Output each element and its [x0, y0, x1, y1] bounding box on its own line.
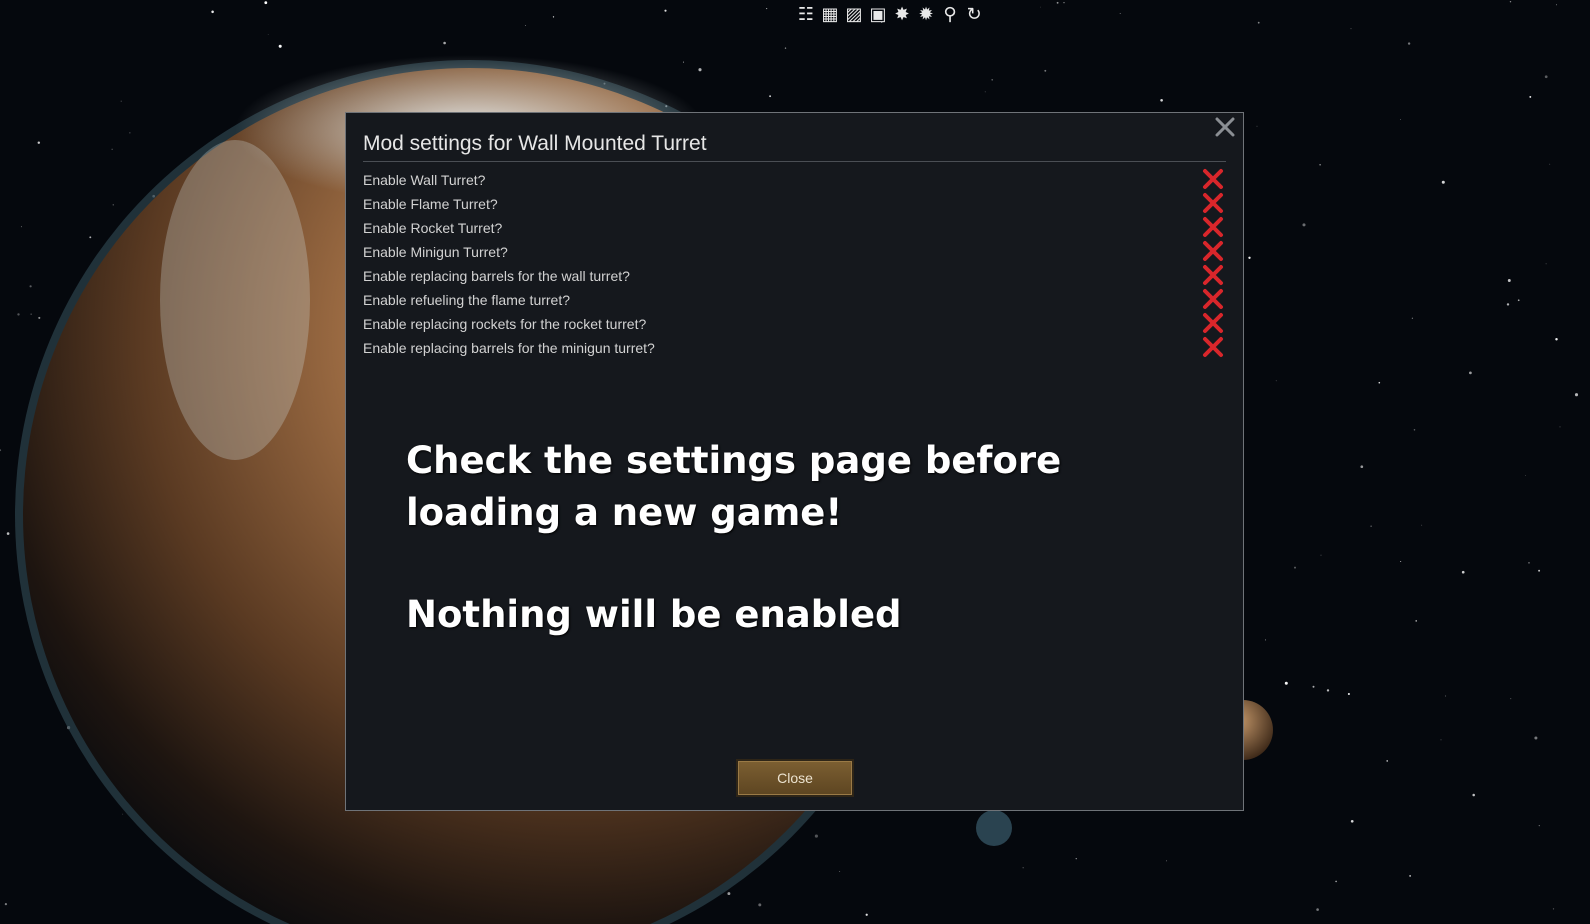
notice-line-3: Nothing will be enabled: [406, 593, 902, 636]
checkbox-off-icon[interactable]: [1202, 288, 1224, 310]
grid-icon[interactable]: ▦: [819, 4, 841, 26]
setting-label: Enable Rocket Turret?: [363, 220, 503, 236]
windows-icon[interactable]: ▨: [843, 4, 865, 26]
setting-row[interactable]: Enable Wall Turret?: [363, 168, 1226, 192]
notice-line-1: Check the settings page before: [406, 439, 1062, 482]
top-toolbar: ☷ ▦ ▨ ▣ ✸ ✹ ⚲ ↻: [795, 4, 985, 26]
checkbox-off-icon[interactable]: [1202, 168, 1224, 190]
mod-settings-dialog: Mod settings for Wall Mounted Turret Ena…: [345, 112, 1244, 811]
setting-row[interactable]: Enable Flame Turret?: [363, 192, 1226, 216]
setting-label: Enable Wall Turret?: [363, 172, 486, 188]
notice-text: Check the settings page before loading a…: [406, 435, 1061, 641]
search-icon[interactable]: ⚲: [939, 4, 961, 26]
setting-label: Enable refueling the flame turret?: [363, 292, 571, 308]
star-gear-alt-icon[interactable]: ✹: [915, 4, 937, 26]
close-button[interactable]: Close: [736, 759, 854, 797]
setting-row[interactable]: Enable replacing rockets for the rocket …: [363, 312, 1226, 336]
setting-label: Enable replacing barrels for the minigun…: [363, 340, 655, 356]
notice-line-2: loading a new game!: [406, 491, 843, 534]
setting-label: Enable replacing barrels for the wall tu…: [363, 268, 630, 284]
setting-label: Enable Flame Turret?: [363, 196, 498, 212]
setting-row[interactable]: Enable refueling the flame turret?: [363, 288, 1226, 312]
refresh-icon[interactable]: ↻: [963, 4, 985, 26]
checkbox-off-icon[interactable]: [1202, 240, 1224, 262]
list-icon[interactable]: ☷: [795, 4, 817, 26]
close-icon[interactable]: [1213, 115, 1237, 139]
checkbox-off-icon[interactable]: [1202, 216, 1224, 238]
setting-row[interactable]: Enable Minigun Turret?: [363, 240, 1226, 264]
setting-row[interactable]: Enable Rocket Turret?: [363, 216, 1226, 240]
setting-row[interactable]: Enable replacing barrels for the minigun…: [363, 336, 1226, 360]
setting-label: Enable replacing rockets for the rocket …: [363, 316, 647, 332]
setting-row[interactable]: Enable replacing barrels for the wall tu…: [363, 264, 1226, 288]
checkbox-off-icon[interactable]: [1202, 264, 1224, 286]
setting-label: Enable Minigun Turret?: [363, 244, 508, 260]
star-gear-icon[interactable]: ✸: [891, 4, 913, 26]
checkbox-off-icon[interactable]: [1202, 192, 1224, 214]
checkbox-off-icon[interactable]: [1202, 312, 1224, 334]
checkbox-off-icon[interactable]: [1202, 336, 1224, 358]
dialog-title: Mod settings for Wall Mounted Turret: [363, 132, 707, 155]
layers-icon[interactable]: ▣: [867, 4, 889, 26]
title-divider: [363, 161, 1226, 162]
settings-list: Enable Wall Turret? Enable Flame Turret? E…: [363, 168, 1226, 360]
